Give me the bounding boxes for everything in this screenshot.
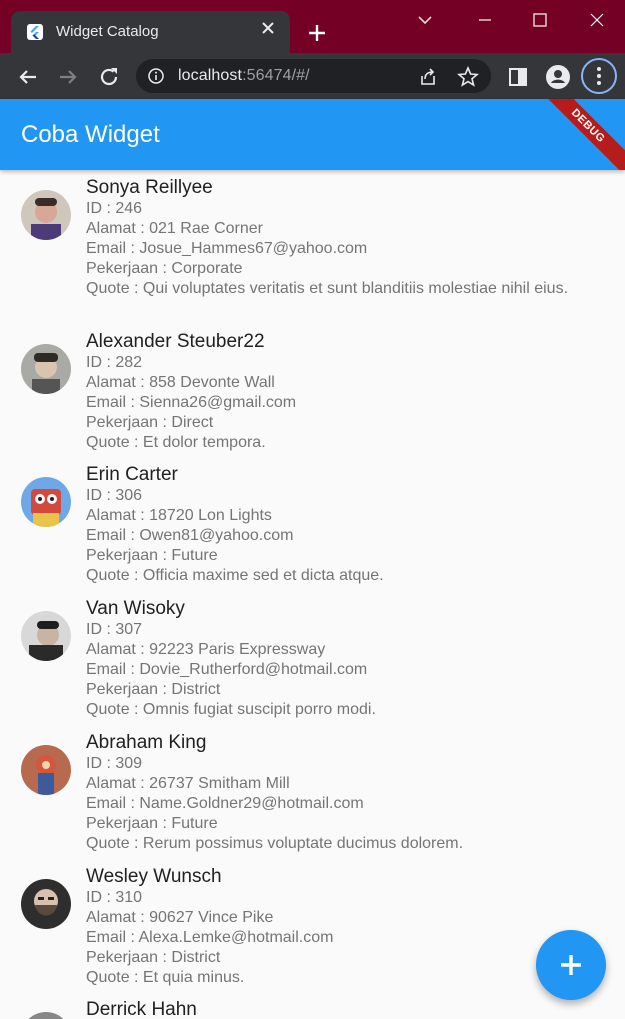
person-quote: Quote : Officia maxime sed et dicta atqu… (86, 567, 384, 584)
person-id: ID : 282 (86, 354, 143, 371)
avatar (21, 611, 71, 661)
person-email: Email : Josue_Hammes67@yahoo.com (86, 240, 368, 257)
person-job: Pekerjaan : Direct (86, 414, 214, 431)
new-tab-button[interactable] (304, 20, 330, 46)
person-email: Email : Alexa.Lemke@hotmail.com (86, 929, 334, 946)
person-job: Pekerjaan : District (86, 949, 221, 966)
person-address: Alamat : 858 Devonte Wall (86, 374, 275, 391)
avatar (21, 477, 71, 527)
more-vert-icon (597, 67, 601, 85)
maximize-icon[interactable] (525, 8, 555, 32)
person-address: Alamat : 92223 Paris Expressway (86, 641, 326, 658)
person-address: Alamat : 90627 Vince Pike (86, 909, 274, 926)
person-id: ID : 310 (86, 889, 143, 906)
tab-search-chevron-icon[interactable] (410, 8, 440, 32)
add-icon (536, 930, 606, 1000)
person-name: Wesley Wunsch (86, 866, 222, 887)
person-details: Sonya Reillyee ID : 246 Alamat : 021 Rae… (86, 176, 586, 299)
avatar (21, 745, 71, 795)
url-path: :56474/#/ (242, 67, 310, 84)
person-job: Pekerjaan : District (86, 681, 221, 698)
person-id: ID : 246 (86, 200, 143, 217)
person-name: Van Wisoky (86, 598, 185, 619)
app-title: Coba Widget (21, 121, 160, 148)
avatar (21, 344, 71, 394)
browser-tab-strip: Widget Catalog (0, 0, 625, 53)
person-email: Email : Dovie_Rutherford@hotmail.com (86, 661, 368, 678)
tab-close-icon[interactable] (260, 20, 276, 36)
site-info-icon[interactable] (148, 68, 164, 84)
close-window-icon[interactable] (582, 8, 612, 32)
person-address: Alamat : 26737 Smitham Mill (86, 775, 290, 792)
side-panel-icon[interactable] (504, 63, 532, 91)
person-job: Pekerjaan : Future (86, 815, 218, 832)
avatar (21, 879, 71, 929)
person-id: ID : 309 (86, 755, 143, 772)
person-details: Van Wisoky ID : 307 Alamat : 92223 Paris… (86, 597, 586, 720)
person-address: Alamat : 18720 Lon Lights (86, 507, 272, 524)
person-details: Alexander Steuber22 ID : 282 Alamat : 85… (86, 330, 586, 453)
browser-toolbar: localhost:56474/#/ (0, 53, 625, 99)
person-name: Erin Carter (86, 464, 178, 485)
person-details: Erin Carter ID : 306 Alamat : 18720 Lon … (86, 463, 586, 586)
person-address: Alamat : 021 Rae Corner (86, 220, 263, 237)
back-icon[interactable] (14, 63, 42, 91)
people-list[interactable]: Sonya Reillyee ID : 246 Alamat : 021 Rae… (0, 170, 625, 1019)
flutter-logo-icon (27, 24, 43, 40)
person-email: Email : Sienna26@gmail.com (86, 394, 297, 411)
avatar (21, 1012, 71, 1019)
person-name: Alexander Steuber22 (86, 331, 265, 352)
url-text: localhost:56474/#/ (178, 67, 310, 85)
app-bar: Coba Widget DEBUG (0, 99, 625, 170)
profile-avatar-icon[interactable] (544, 63, 572, 91)
person-quote: Quote : Omnis fugiat suscipit porro modi… (86, 701, 376, 718)
minimize-icon[interactable] (470, 8, 500, 32)
reload-icon[interactable] (95, 63, 123, 91)
person-id: ID : 306 (86, 487, 143, 504)
person-details: Abraham King ID : 309 Alamat : 26737 Smi… (86, 731, 586, 854)
person-job: Pekerjaan : Corporate (86, 260, 243, 277)
person-quote: Quote : Qui voluptates veritatis et sunt… (86, 280, 569, 297)
person-name: Sonya Reillyee (86, 177, 213, 198)
address-bar[interactable]: localhost:56474/#/ (136, 59, 491, 93)
avatar (21, 190, 71, 240)
person-email: Email : Name.Goldner29@hotmail.com (86, 795, 364, 812)
debug-banner: DEBUG (528, 99, 625, 170)
person-quote: Quote : Et dolor tempora. (86, 434, 266, 451)
browser-menu-button[interactable] (581, 58, 617, 94)
browser-tab[interactable]: Widget Catalog (11, 11, 290, 53)
bookmark-star-icon[interactable] (457, 66, 479, 88)
person-name: Abraham King (86, 732, 207, 753)
share-icon[interactable] (418, 67, 438, 87)
forward-icon[interactable] (54, 63, 82, 91)
person-details: Wesley Wunsch ID : 310 Alamat : 90627 Vi… (86, 865, 586, 988)
tab-title: Widget Catalog (56, 23, 159, 40)
person-email: Email : Owen81@yahoo.com (86, 527, 294, 544)
add-button[interactable] (536, 930, 606, 1000)
person-quote: Quote : Rerum possimus voluptate ducimus… (86, 835, 464, 852)
person-name: Derrick Hahn (86, 999, 197, 1019)
person-details: Derrick Hahn (86, 998, 586, 1019)
person-quote: Quote : Et quia minus. (86, 969, 245, 986)
person-id: ID : 307 (86, 621, 143, 638)
person-job: Pekerjaan : Future (86, 547, 218, 564)
url-host: localhost (178, 67, 243, 84)
